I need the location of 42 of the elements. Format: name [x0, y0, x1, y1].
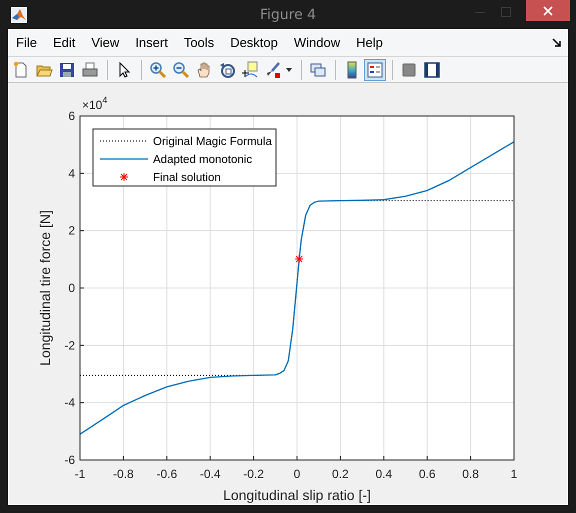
tick-label: 6 — [68, 109, 75, 123]
tick-label: 0 — [68, 281, 75, 295]
window-title: Figure 4 — [260, 6, 316, 22]
tick-label: -4 — [64, 396, 75, 410]
tick-label: -6 — [64, 453, 75, 467]
legend-label: Original Magic Formula — [153, 136, 272, 148]
menu-item[interactable]: Help — [356, 35, 383, 50]
legend-label: Adapted monotonic — [153, 154, 252, 166]
tick-label: -0.8 — [113, 467, 134, 481]
dock-arrow-icon[interactable] — [552, 38, 562, 48]
menu-item[interactable]: Tools — [184, 35, 214, 50]
legend-dotted-line-icon — [100, 140, 148, 142]
app-logo-icon — [11, 6, 27, 22]
menu-item[interactable]: Insert — [135, 35, 168, 50]
tick-label: -0.6 — [156, 467, 178, 481]
tick-label: -1 — [74, 467, 86, 481]
legend-asterisk-icon — [120, 172, 128, 182]
legend-icon[interactable] — [364, 58, 386, 80]
caret-icon[interactable] — [286, 68, 292, 72]
menu-item[interactable]: File — [16, 35, 37, 50]
tick-label: 0.6 — [418, 467, 436, 481]
tick-label: 0 — [294, 467, 300, 481]
y-axis-label: Longitudinal tire force [N] — [37, 210, 53, 366]
menu-item[interactable]: Edit — [52, 35, 76, 50]
tick-label: 0.8 — [462, 467, 479, 481]
tick-label: 0.4 — [375, 467, 392, 481]
tick-label: 2 — [68, 224, 75, 238]
close-icon — [542, 4, 554, 16]
tick-label: 0.2 — [332, 467, 349, 481]
x-axis-label: Longitudinal slip ratio [-] — [223, 487, 371, 503]
menu-item[interactable]: Window — [294, 35, 340, 50]
tick-label: -2 — [64, 338, 75, 352]
menu-item[interactable]: Desktop — [230, 35, 278, 50]
tick-label: 1 — [510, 467, 518, 481]
close-button[interactable] — [526, 0, 570, 21]
tick-label: -0.2 — [243, 467, 264, 481]
legend-solid-line-icon — [100, 158, 148, 160]
axis-multiplier: ×10$^{4}$ — [82, 95, 108, 112]
tick-label: -0.4 — [200, 467, 221, 481]
tick-label: 4 — [68, 166, 75, 180]
legend-label: Final solution — [153, 172, 221, 184]
menu-item[interactable]: View — [91, 35, 120, 50]
